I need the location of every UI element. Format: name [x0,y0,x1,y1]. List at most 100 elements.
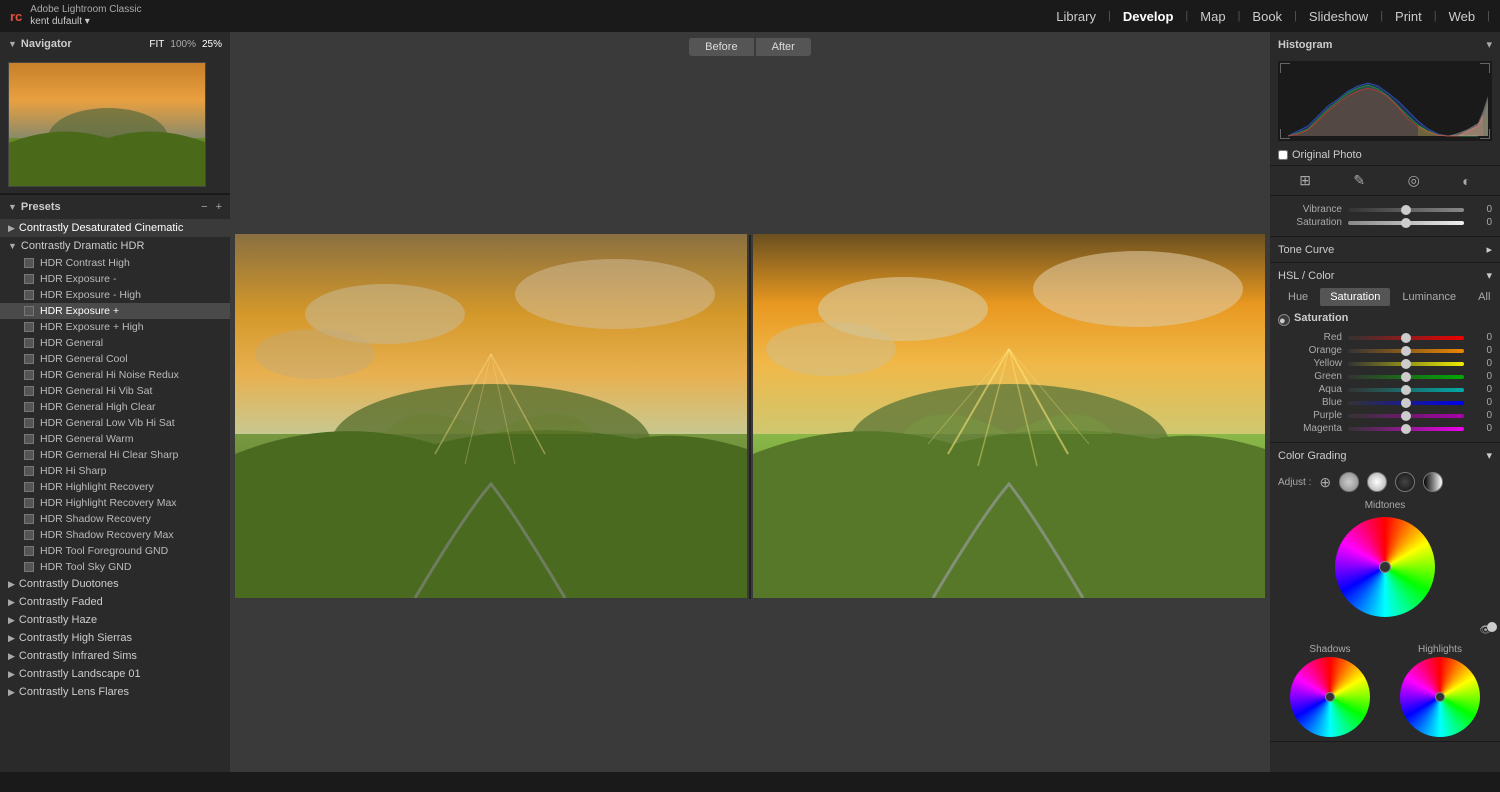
preset-item-hdr-general[interactable]: HDR General [0,335,230,351]
hsl-aqua-thumb[interactable] [1401,385,1411,395]
after-image [753,234,1265,598]
nav-develop[interactable]: Develop [1111,9,1186,24]
preset-item-hdr-tool-sky[interactable]: HDR Tool Sky GND [0,559,230,575]
hsl-tab-all[interactable]: All [1468,288,1500,306]
preset-item-hdr-general-warm[interactable]: HDR General Warm [0,431,230,447]
hsl-aqua-value: 0 [1464,384,1492,395]
before-button[interactable]: Before [689,38,753,56]
preset-item-hdr-tool-foreground[interactable]: HDR Tool Foreground GND [0,543,230,559]
hsl-target-icon[interactable]: ● [1278,314,1290,326]
cg-midtones-slider-thumb[interactable] [1487,622,1497,632]
hsl-orange-track[interactable] [1348,349,1464,353]
preset-item-hdr-general-hi-vib[interactable]: HDR General Hi Vib Sat [0,383,230,399]
preset-item-hdr-exposure-minus[interactable]: HDR Exposure - [0,271,230,287]
preset-item-hdr-gerneral-hi-clear[interactable]: HDR Gerneral Hi Clear Sharp [0,447,230,463]
zoom-25[interactable]: 25% [202,39,222,50]
tone-curve-header[interactable]: Tone Curve ▸ [1270,237,1500,262]
vibrance-thumb[interactable] [1401,205,1411,215]
preset-group-8: ▶ Contrastly Lens Flares [0,683,230,701]
preset-group-header-6[interactable]: ▶ Contrastly Infrared Sims [0,647,230,665]
preset-item-hdr-shadow-recovery-max[interactable]: HDR Shadow Recovery Max [0,527,230,543]
preset-item-hdr-contrast-high[interactable]: HDR Contrast High [0,255,230,271]
preset-item-hdr-general-low-vib[interactable]: HDR General Low Vib Hi Sat [0,415,230,431]
nav-book[interactable]: Book [1240,9,1294,24]
zoom-100[interactable]: 100% [170,39,196,50]
nav-map[interactable]: Map [1188,9,1237,24]
cg-highlights-btn[interactable] [1395,472,1415,492]
cg-shadows-wheel[interactable] [1290,657,1370,737]
preset-item-hdr-hi-sharp[interactable]: HDR Hi Sharp [0,463,230,479]
preset-item-hdr-highlight-recovery-max[interactable]: HDR Highlight Recovery Max [0,495,230,511]
preset-group-header-4[interactable]: ▶ Contrastly Haze [0,611,230,629]
preset-group-header-7[interactable]: ▶ Contrastly Landscape 01 [0,665,230,683]
hsl-orange-thumb[interactable] [1401,346,1411,356]
preset-group-header-1[interactable]: ▼ Contrastly Dramatic HDR [0,237,230,255]
preset-group-header-2[interactable]: ▶ Contrastly Duotones [0,575,230,593]
cg-shadows-btn[interactable] [1339,472,1359,492]
navigator-header[interactable]: ▼ Navigator FIT 100% 25% [0,32,230,56]
original-photo-checkbox[interactable] [1278,150,1288,160]
nav-print[interactable]: Print [1383,9,1434,24]
preset-item-hdr-shadow-recovery[interactable]: HDR Shadow Recovery [0,511,230,527]
preset-item-hdr-exposure-high[interactable]: HDR Exposure - High [0,287,230,303]
preset-icon [24,514,34,524]
hsl-blue-track[interactable] [1348,401,1464,405]
cg-midtones-wheel[interactable] [1335,517,1435,617]
gradient-icon[interactable]: ◐ [1462,173,1470,189]
preset-item-hdr-exposure-plus-high[interactable]: HDR Exposure + High [0,319,230,335]
presets-remove-btn[interactable]: − [201,201,207,213]
preset-icon [24,418,34,428]
preset-group-header-0[interactable]: ▶ Contrastly Desaturated Cinematic [0,219,230,237]
hsl-green-thumb[interactable] [1401,372,1411,382]
cg-all-icon[interactable]: ⊕ [1319,474,1331,491]
preset-group-header-8[interactable]: ▶ Contrastly Lens Flares [0,683,230,701]
color-grading-header[interactable]: Color Grading ▾ [1270,443,1500,468]
saturation-thumb[interactable] [1401,218,1411,228]
user-name[interactable]: kent dufault ▾ [30,16,141,28]
preset-group-header-5[interactable]: ▶ Contrastly High Sierras [0,629,230,647]
vibrance-row: Vibrance 0 [1278,204,1492,215]
cg-highlights-wheel[interactable] [1400,657,1480,737]
hsl-red-thumb[interactable] [1401,333,1411,343]
preset-group-3: ▶ Contrastly Faded [0,593,230,611]
hsl-yellow-thumb[interactable] [1401,359,1411,369]
preset-item-hdr-general-hi-noise[interactable]: HDR General Hi Noise Redux [0,367,230,383]
histogram-menu-icon[interactable]: ▾ [1486,38,1492,51]
hsl-tab-luminance[interactable]: Luminance [1392,288,1466,306]
hsl-tab-hue[interactable]: Hue [1278,288,1318,306]
preset-item-hdr-exposure-plus[interactable]: HDR Exposure + [0,303,230,319]
hsl-blue-thumb[interactable] [1401,398,1411,408]
hsl-green-track[interactable] [1348,375,1464,379]
hsl-yellow-track[interactable] [1348,362,1464,366]
hsl-purple-track[interactable] [1348,414,1464,418]
hsl-header[interactable]: HSL / Color ▾ [1270,263,1500,288]
nav-slideshow[interactable]: Slideshow [1297,9,1380,24]
preset-icon [24,354,34,364]
crop-icon[interactable]: ⊞ [1299,172,1311,189]
cg-midtones-wheel-row [1270,513,1500,621]
preset-item-hdr-general-cool[interactable]: HDR General Cool [0,351,230,367]
heal-icon[interactable]: ✎ [1353,172,1365,189]
nav-library[interactable]: Library [1044,9,1108,24]
preset-label: HDR General [40,337,103,349]
preset-item-hdr-general-high-clear[interactable]: HDR General High Clear [0,399,230,415]
preset-item-hdr-highlight-recovery[interactable]: HDR Highlight Recovery [0,479,230,495]
saturation-track[interactable] [1348,221,1464,225]
right-panel: Histogram ▾ [1270,32,1500,772]
nav-web[interactable]: Web [1437,9,1488,24]
hsl-magenta-track[interactable] [1348,427,1464,431]
after-button[interactable]: After [756,38,811,56]
hsl-purple-thumb[interactable] [1401,411,1411,421]
preset-group-header-3[interactable]: ▶ Contrastly Faded [0,593,230,611]
hsl-aqua-track[interactable] [1348,388,1464,392]
hsl-magenta-thumb[interactable] [1401,424,1411,434]
vibrance-track[interactable] [1348,208,1464,212]
hsl-red-track[interactable] [1348,336,1464,340]
presets-header[interactable]: ▼ Presets − + [0,194,230,219]
hsl-tab-saturation[interactable]: Saturation [1320,288,1390,306]
cg-midtones-btn[interactable] [1367,472,1387,492]
zoom-fit[interactable]: FIT [149,39,164,50]
redeye-icon[interactable]: ◎ [1408,172,1420,189]
presets-add-btn[interactable]: + [216,201,222,213]
cg-global-btn[interactable] [1423,472,1443,492]
